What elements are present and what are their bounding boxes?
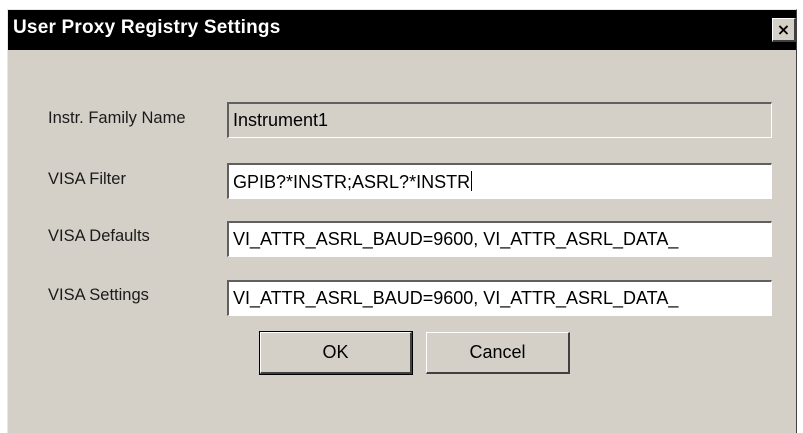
visa-filter-input[interactable]: GPIB?*INSTR;ASRL?*INSTR (227, 163, 772, 199)
visa-filter-value: GPIB?*INSTR;ASRL?*INSTR (233, 172, 471, 192)
family-name-label: Instr. Family Name (48, 109, 186, 127)
visa-defaults-input[interactable]: VI_ATTR_ASRL_BAUD=9600, VI_ATTR_ASRL_DAT… (227, 221, 772, 257)
user-proxy-registry-dialog: User Proxy Registry Settings × Instr. Fa… (7, 9, 797, 433)
visa-settings-input[interactable]: VI_ATTR_ASRL_BAUD=9600, VI_ATTR_ASRL_DAT… (227, 280, 772, 316)
visa-settings-label: VISA Settings (48, 286, 149, 304)
title-bar[interactable]: User Proxy Registry Settings × (8, 10, 796, 50)
visa-filter-label: VISA Filter (48, 170, 126, 188)
close-icon: × (776, 19, 791, 39)
cancel-button[interactable]: Cancel (426, 332, 570, 374)
close-button[interactable]: × (772, 18, 796, 42)
window-title: User Proxy Registry Settings (13, 17, 281, 38)
family-name-field[interactable]: Instrument1 (227, 102, 772, 138)
ok-button[interactable]: OK (259, 331, 413, 375)
text-caret (471, 171, 473, 191)
visa-defaults-label: VISA Defaults (48, 227, 150, 245)
